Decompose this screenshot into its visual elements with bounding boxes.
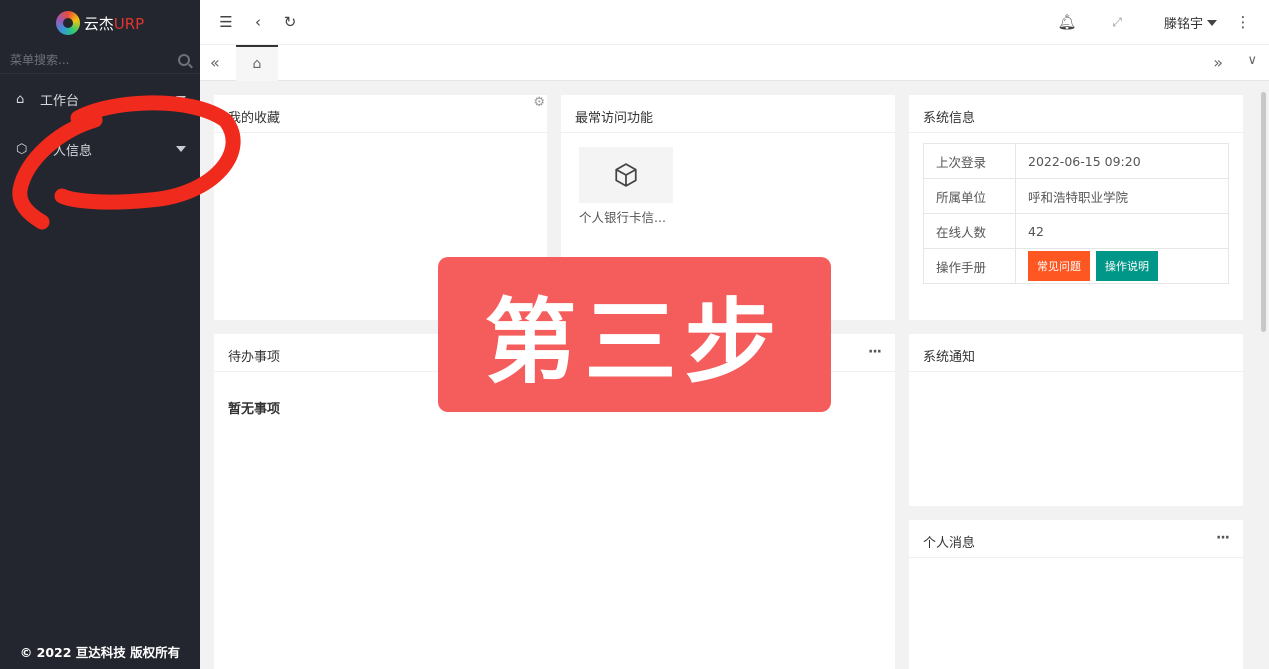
cube-icon: ⬡ [16, 141, 28, 157]
scroll-right-icon[interactable]: » [1213, 53, 1223, 72]
sidebar-item-label: 工作台 [40, 93, 80, 109]
card-title: 最常访问功能 [575, 111, 654, 126]
faq-button[interactable]: 常见问题 [1028, 251, 1090, 281]
cube-icon [615, 163, 637, 187]
gear-icon[interactable]: ⚙ [533, 95, 545, 110]
copyright: © 2022 亘达科技 版权所有 [19, 645, 181, 660]
card-title: 系统通知 [923, 350, 976, 365]
logo: 云杰URP [0, 0, 200, 46]
manual-button[interactable]: 操作说明 [1096, 251, 1158, 281]
notice-title: 系统通知 [909, 334, 1243, 372]
table-row: 所属单位 呼和浩特职业学院 [923, 178, 1229, 214]
search-icon[interactable] [178, 53, 190, 66]
card-title: 我的收藏 [228, 111, 281, 126]
system-info-card: 系统信息 上次登录 2022-06-15 09:20 所属单位 呼和浩特职业学院… [909, 95, 1243, 320]
back-icon[interactable]: ‹ [248, 12, 268, 32]
row-value: 常见问题 操作说明 [1015, 248, 1229, 284]
chevron-down-icon [1207, 19, 1217, 26]
tab-home[interactable]: ⌂ [236, 45, 278, 81]
tab-bar: « ⌂ » ∨ [200, 45, 1269, 81]
bell-icon[interactable]: 🔔︎ [1057, 12, 1077, 32]
row-key: 所属单位 [923, 178, 1016, 214]
step-overlay-text: 第三步 [484, 289, 785, 396]
refresh-icon[interactable]: ↻ [280, 12, 300, 32]
notice-card: 系统通知 [909, 334, 1243, 506]
system-info-table: 上次登录 2022-06-15 09:20 所属单位 呼和浩特职业学院 在线人数… [923, 143, 1229, 284]
row-key: 在线人数 [923, 213, 1016, 249]
sidebar-item-personal-info[interactable]: ⬡ 个人信息 [0, 124, 200, 174]
user-menu[interactable]: 滕铭宇 [1164, 13, 1217, 32]
more-horizontal-icon[interactable]: ··· [1216, 530, 1230, 546]
logo-icon [55, 11, 80, 35]
frequent-function-tile[interactable] [579, 147, 673, 203]
step-overlay-banner: 第三步 [438, 257, 831, 412]
table-row: 在线人数 42 [923, 213, 1229, 249]
table-row: 上次登录 2022-06-15 09:20 [923, 143, 1229, 179]
card-title: 系统信息 [923, 111, 976, 126]
more-horizontal-icon[interactable]: ··· [868, 344, 882, 360]
row-value: 2022-06-15 09:20 [1015, 143, 1229, 179]
favorites-title: 我的收藏 ⚙ [214, 95, 547, 133]
home-icon: ⌂ [252, 56, 262, 72]
sidebar: 云杰URP ⌂ 工作台 ⬡ 个人信息 © 2022 亘达科技 版权所有 [0, 0, 200, 669]
row-value: 呼和浩特职业学院 [1015, 178, 1229, 214]
top-header: ☰ ‹ ↻ 🔔︎ ⤢ 滕铭宇 ⋮ [200, 0, 1269, 45]
tab-dropdown-icon[interactable]: ∨ [1247, 53, 1257, 68]
scroll-left-icon[interactable]: « [210, 53, 220, 72]
system-info-title: 系统信息 [909, 95, 1243, 133]
chevron-down-icon [176, 96, 186, 102]
row-key: 上次登录 [923, 143, 1016, 179]
card-title: 个人消息 [923, 536, 976, 551]
fullscreen-icon[interactable]: ⤢ [1107, 12, 1127, 32]
messages-card: 个人消息 ··· [909, 520, 1243, 669]
todo-empty-text: 暂无事项 [228, 402, 281, 417]
card-title: 待办事项 [228, 350, 281, 365]
menu-search-input[interactable] [10, 52, 160, 67]
row-key: 操作手册 [923, 248, 1016, 284]
scrollbar[interactable] [1261, 92, 1266, 332]
home-icon: ⌂ [16, 91, 25, 107]
table-row: 操作手册 常见问题 操作说明 [923, 248, 1229, 284]
frequent-function-label[interactable]: 个人银行卡信... [579, 207, 666, 226]
sidebar-item-label: 个人信息 [40, 143, 93, 159]
chevron-down-icon [176, 146, 186, 152]
row-value: 42 [1015, 213, 1229, 249]
sidebar-item-workbench[interactable]: ⌂ 工作台 [0, 74, 200, 124]
user-name: 滕铭宇 [1163, 17, 1203, 32]
logo-text: 云杰URP [83, 14, 145, 33]
messages-title: 个人消息 ··· [909, 520, 1243, 558]
frequent-title: 最常访问功能 [561, 95, 895, 133]
more-vertical-icon[interactable]: ⋮ [1233, 12, 1253, 32]
collapse-menu-icon[interactable]: ☰ [216, 12, 236, 32]
menu-search [0, 46, 200, 74]
